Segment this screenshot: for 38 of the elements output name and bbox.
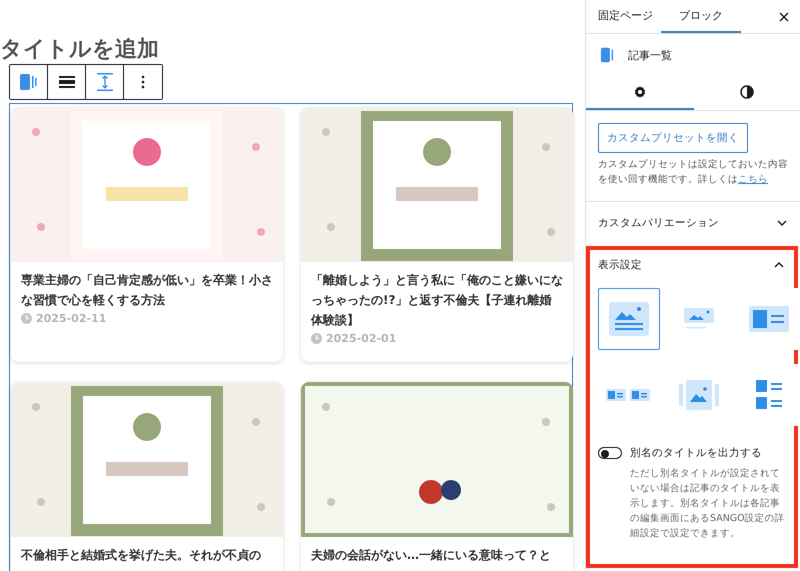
post-date: 2025-02-11 [36, 312, 106, 325]
clock-icon [311, 333, 322, 344]
post-title[interactable]: 不倫相手と結婚式を挙げた夫。それが不貞の [21, 545, 273, 565]
title-placeholder[interactable]: タイトルを追加 [0, 36, 585, 64]
help-text: ただし別名タイトルが設定されていない場合は記事のタイトルを表示します。別名タイトルは各記事の編集画面にあるSANGO設定の詳細設定で設定できます。 [630, 467, 786, 541]
post-date: 2025-02-01 [326, 332, 396, 345]
settings-icon [632, 85, 647, 99]
variation-panel-header[interactable]: カスタムバリエーション [586, 202, 800, 244]
post-title[interactable]: 夫婦の会話がない…一緒にいる意味って？と [311, 545, 563, 565]
block-name: 記事一覧 [628, 48, 672, 62]
details-link[interactable]: こちら [738, 174, 768, 185]
toggle-label: 別名のタイトルを出力する [630, 446, 762, 460]
card-layout-icon [609, 302, 649, 336]
block-type-button[interactable] [10, 65, 48, 99]
sidebar-tab[interactable]: ブロック [661, 0, 741, 33]
mini-list-layout-icon [606, 389, 652, 401]
post-title[interactable]: 「離婚しよう」と言う私に「俺のこと嫌いになっちゃったの!?」と返す不倫夫【子連れ離婚体験談】 [311, 270, 563, 330]
post-card[interactable]: 夫婦の会話がない…一緒にいる意味って？と [301, 382, 573, 571]
stacked-list-layout-icon [756, 380, 782, 410]
list-layout-icon [749, 306, 789, 332]
small-card-layout-icon [684, 308, 714, 330]
post-title[interactable]: 専業主婦の「自己肯定感が低い」を卒業！小さな習慣で心を軽くする方法 [21, 270, 273, 310]
align-icon [58, 76, 74, 88]
contrast-icon [740, 85, 754, 99]
post-card[interactable]: 「離婚しよう」と言う私に「俺のこと嫌いになっちゃったの!?」と返す不倫夫【子連れ離婚体験談】 2025-02-01 [301, 107, 573, 362]
post-card[interactable]: 専業主婦の「自己肯定感が低い」を卒業！小さな習慣で心を軽くする方法 2025-02-11 [11, 107, 283, 362]
post-card[interactable]: 不倫相手と結婚式を挙げた夫。それが不貞の [11, 382, 283, 571]
block-icon [18, 73, 38, 91]
sidebar-tab[interactable]: 固定ページ [590, 0, 661, 33]
more-icon [141, 75, 145, 89]
display-panel-header[interactable]: 表示設定 [590, 250, 794, 284]
open-preset-button[interactable]: カスタムプリセットを開く [598, 123, 748, 153]
layout-option[interactable] [598, 288, 660, 350]
preset-description: カスタムプリセットは設定しておいた内容を使い回す機能です。詳しくは こちら [598, 158, 789, 187]
toggle-switch[interactable] [598, 447, 622, 459]
slider-layout-icon [679, 380, 719, 410]
clock-icon [21, 313, 32, 324]
height-icon [96, 73, 112, 91]
